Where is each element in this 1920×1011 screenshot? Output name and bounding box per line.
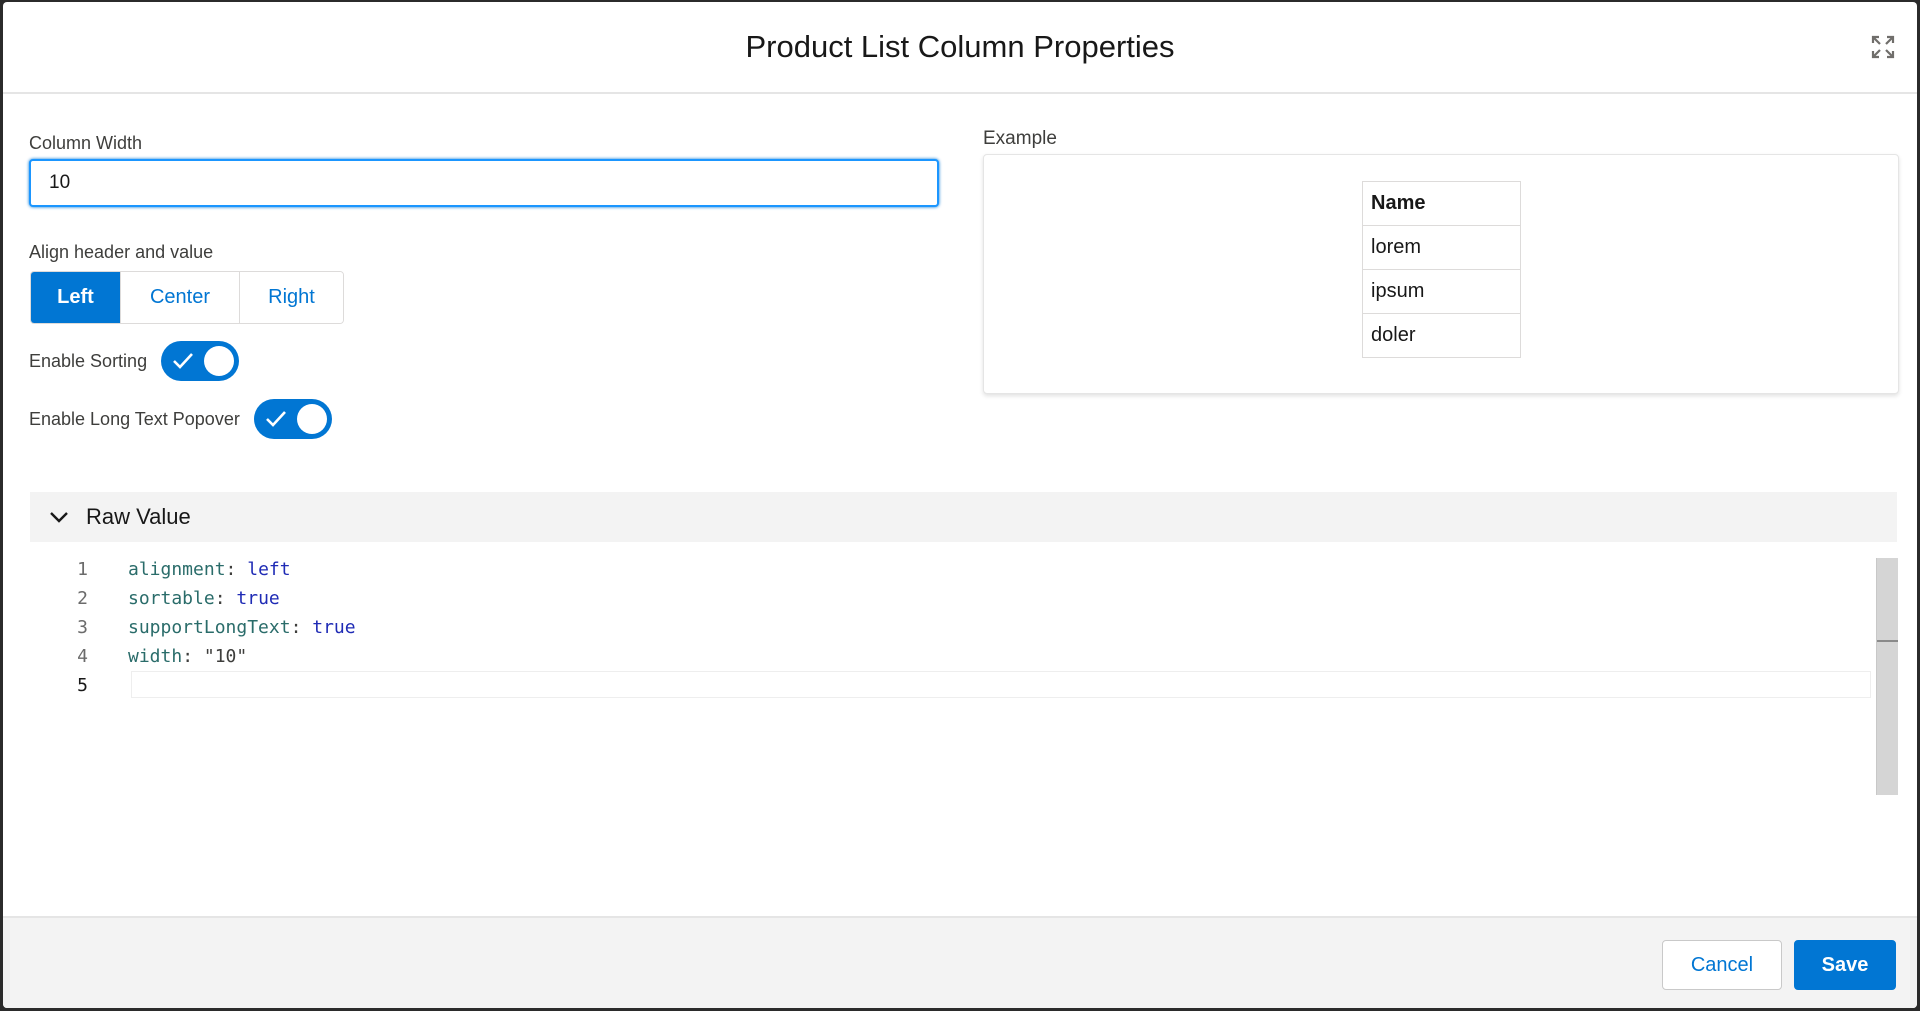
code-key: width bbox=[128, 646, 183, 667]
toggle-knob bbox=[204, 346, 235, 376]
raw-value-section-header[interactable]: Raw Value bbox=[30, 492, 1897, 542]
example-preview: Name lorem ipsum doler bbox=[983, 154, 1899, 394]
code-value: true bbox=[312, 617, 356, 638]
code-editor-scrollbar[interactable] bbox=[1876, 558, 1898, 795]
enable-sorting-row: Enable Sorting bbox=[29, 341, 240, 381]
modal-header: Product List Column Properties bbox=[3, 2, 1917, 94]
align-button-group: Left Center Right bbox=[30, 271, 344, 324]
example-label: Example bbox=[983, 128, 1057, 149]
table-row: lorem bbox=[1362, 225, 1521, 270]
code-value: left bbox=[247, 559, 291, 580]
expand-icon[interactable] bbox=[1871, 35, 1895, 59]
line-number: 3 bbox=[77, 617, 88, 638]
checkmark-icon bbox=[265, 411, 286, 427]
current-line-highlight bbox=[131, 671, 1871, 698]
enable-long-text-toggle[interactable] bbox=[253, 399, 332, 439]
table-row: doler bbox=[1362, 313, 1521, 358]
modal-footer: Cancel Save bbox=[3, 916, 1917, 1008]
code-key: supportLongText bbox=[128, 617, 291, 638]
line-number: 4 bbox=[77, 646, 88, 667]
modal-dialog: Product List Column Properties Column Wi… bbox=[3, 2, 1917, 1008]
table-cell: ipsum bbox=[1362, 269, 1521, 314]
code-key: sortable bbox=[128, 588, 215, 609]
table-header-row: Name bbox=[1362, 181, 1521, 226]
chevron-down-icon bbox=[50, 512, 68, 523]
cancel-button[interactable]: Cancel bbox=[1662, 940, 1782, 990]
align-right-button[interactable]: Right bbox=[240, 272, 343, 323]
enable-sorting-label: Enable Sorting bbox=[29, 350, 148, 371]
code-line: 2 sortable: true bbox=[30, 584, 1870, 613]
raw-value-title: Raw Value bbox=[86, 504, 191, 529]
table-cell: doler bbox=[1362, 313, 1521, 358]
table-row: ipsum bbox=[1362, 269, 1521, 314]
align-label: Align header and value bbox=[29, 242, 214, 262]
line-number: 5 bbox=[77, 675, 88, 696]
scrollbar-marker bbox=[1877, 640, 1898, 642]
table-cell: lorem bbox=[1362, 225, 1521, 270]
table-header-name: Name bbox=[1362, 181, 1521, 226]
checkmark-icon bbox=[173, 353, 194, 369]
enable-sorting-toggle[interactable] bbox=[161, 341, 240, 381]
enable-long-text-row: Enable Long Text Popover bbox=[29, 399, 332, 439]
save-button[interactable]: Save bbox=[1794, 940, 1896, 990]
code-key: alignment bbox=[128, 559, 226, 580]
enable-long-text-label: Enable Long Text Popover bbox=[29, 408, 240, 429]
code-line: 4 width: "10" bbox=[30, 642, 1870, 671]
align-center-button[interactable]: Center bbox=[121, 272, 240, 323]
code-editor[interactable]: 1 alignment: left 2 sortable: true 3 sup… bbox=[30, 555, 1871, 775]
line-number: 2 bbox=[77, 588, 88, 609]
column-width-input[interactable] bbox=[29, 159, 939, 207]
code-line: 1 alignment: left bbox=[30, 555, 1870, 584]
code-value: "10" bbox=[203, 646, 248, 667]
code-line: 3 supportLongText: true bbox=[30, 613, 1870, 642]
example-table: Name lorem ipsum doler bbox=[1362, 181, 1521, 358]
line-number: 1 bbox=[77, 559, 88, 580]
align-left-button[interactable]: Left bbox=[31, 272, 121, 323]
modal-title: Product List Column Properties bbox=[745, 29, 1175, 64]
code-value: true bbox=[236, 588, 280, 609]
column-width-label: Column Width bbox=[29, 133, 143, 153]
toggle-knob bbox=[296, 404, 327, 434]
